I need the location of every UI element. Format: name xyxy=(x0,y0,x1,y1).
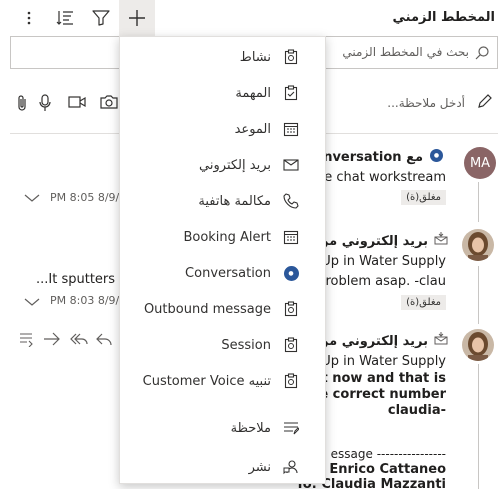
menu-item-phone-call[interactable]: مكالمة هاتفية xyxy=(120,183,327,219)
menu-item-post[interactable]: نشر xyxy=(120,449,327,485)
pen-icon[interactable] xyxy=(477,93,493,109)
phone-icon xyxy=(281,191,301,211)
activity-icon xyxy=(281,335,301,355)
mail-icon xyxy=(281,155,301,175)
note-input[interactable]: أدخل ملاحظة... xyxy=(387,96,465,110)
menu-item-label: Customer Voice تنبيه xyxy=(142,373,271,389)
post-icon xyxy=(281,457,301,477)
timeline-header: المخطط الزمني xyxy=(0,0,503,36)
filter-icon[interactable] xyxy=(88,6,114,30)
menu-item-email[interactable]: بريد إلكتروني xyxy=(120,147,327,183)
item-date: PM 8:05 8/9/ xyxy=(50,191,120,204)
menu-item-label: نشاط xyxy=(239,49,271,65)
item-body: ve chat workstream xyxy=(316,170,446,185)
item-body: Up in Water Supply xyxy=(321,254,446,269)
attach-icon[interactable] xyxy=(16,94,28,112)
activity-icon xyxy=(281,299,301,319)
menu-item-label: ملاحظة xyxy=(230,420,271,436)
avatar: MA xyxy=(464,147,496,179)
camera-icon[interactable] xyxy=(100,95,118,109)
chevron-down-icon[interactable] xyxy=(24,193,40,203)
menu-item-label: نشر xyxy=(248,459,271,475)
sort-icon[interactable] xyxy=(52,6,78,30)
avatar xyxy=(462,329,494,361)
received-email-icon xyxy=(434,231,448,245)
menu-item-label: Session xyxy=(221,337,271,353)
create-menu: نشاط المهمة الموعد بريد إلكتروني مكالمة … xyxy=(119,36,326,484)
search-icon xyxy=(475,46,489,60)
menu-item-task[interactable]: المهمة xyxy=(120,75,327,111)
activity-icon xyxy=(281,47,301,67)
timeline-connector xyxy=(478,182,479,222)
menu-item-note[interactable]: ملاحظة xyxy=(120,410,327,446)
activity-icon xyxy=(281,371,301,391)
search-placeholder: بحث في المخطط الزمني xyxy=(342,45,469,59)
menu-item-outbound-message[interactable]: Outbound message xyxy=(120,291,327,327)
menu-item-appointment[interactable]: الموعد xyxy=(120,111,327,147)
open-record-icon[interactable] xyxy=(18,331,34,347)
item-title: بريد إلكتروني من xyxy=(317,234,428,249)
task-icon xyxy=(281,83,301,103)
menu-item-label: المهمة xyxy=(235,85,271,101)
menu-item-label: بريد إلكتروني xyxy=(199,157,271,173)
calendar-icon xyxy=(281,119,301,139)
more-options-icon[interactable] xyxy=(16,6,42,30)
plus-icon xyxy=(129,10,145,26)
received-email-icon xyxy=(434,331,448,345)
menu-item-label: الموعد xyxy=(234,121,271,137)
menu-item-label: Outbound message xyxy=(143,301,271,317)
item-title: بريد إلكتروني من xyxy=(317,334,428,349)
item-body: claudia- xyxy=(387,403,446,418)
item-preview: ...It sputters a xyxy=(36,272,128,287)
reply-all-icon[interactable] xyxy=(70,331,88,347)
item-body: he correct number xyxy=(310,387,446,402)
video-icon[interactable] xyxy=(68,96,86,108)
reply-icon[interactable] xyxy=(96,331,112,347)
menu-item-activity[interactable]: نشاط xyxy=(120,39,327,75)
timeline-connector xyxy=(478,266,479,324)
calendar-icon xyxy=(281,227,301,247)
conversation-icon: ● xyxy=(281,263,301,283)
microphone-icon[interactable] xyxy=(38,94,52,112)
item-body: Up in Water Supply xyxy=(321,354,446,369)
menu-item-label: Booking Alert xyxy=(183,229,271,245)
menu-item-customer-voice-alert[interactable]: Customer Voice تنبيه xyxy=(120,363,327,399)
create-record-button[interactable] xyxy=(119,0,155,36)
menu-item-booking-alert[interactable]: Booking Alert xyxy=(120,219,327,255)
forward-icon[interactable] xyxy=(43,331,61,347)
item-body: m: Enrico Cattaneo xyxy=(306,462,446,477)
menu-item-label: Conversation xyxy=(185,265,271,281)
avatar xyxy=(462,229,494,261)
menu-item-label: مكالمة هاتفية xyxy=(198,193,271,209)
menu-item-conversation[interactable]: Conversation ● xyxy=(120,255,327,291)
menu-item-session[interactable]: Session xyxy=(120,327,327,363)
note-icon xyxy=(281,418,301,438)
chevron-down-icon[interactable] xyxy=(24,297,40,307)
status-badge: مغلق(ة) xyxy=(401,295,446,310)
page-title: المخطط الزمني xyxy=(392,10,495,25)
timeline-connector xyxy=(478,364,479,489)
item-body: problem asap. -clau xyxy=(317,274,446,289)
item-body: essage ---------------- xyxy=(330,447,446,461)
status-badge: مغلق(ة) xyxy=(401,190,446,205)
item-date: PM 8:03 8/9/ xyxy=(50,294,120,307)
conversation-icon: ● xyxy=(430,149,443,162)
